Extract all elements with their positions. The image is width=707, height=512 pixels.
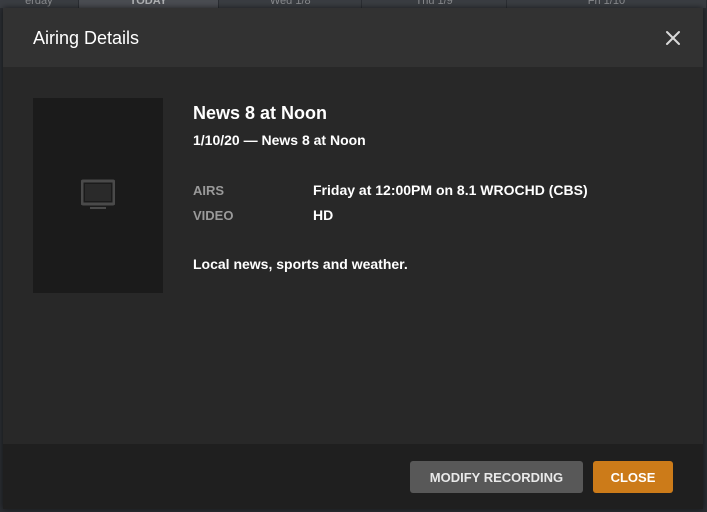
airs-value: Friday at 12:00PM on 8.1 WROCHD (CBS) — [313, 182, 588, 198]
day-tab-yesterday[interactable]: erday — [0, 0, 79, 8]
day-tab-wed[interactable]: Wed 1/8 — [219, 0, 363, 8]
program-title: News 8 at Noon — [193, 103, 328, 123]
day-tab-today[interactable]: TODAY — [78, 0, 220, 8]
program-subtitle: 1/10/20 — News 8 at Noon — [193, 132, 366, 148]
background-day-tabs: erday TODAY Wed 1/8 Thu 1/9 Fri 1/10 — [0, 0, 707, 8]
modify-recording-button[interactable]: MODIFY RECORDING — [410, 461, 583, 493]
program-poster — [33, 98, 163, 293]
modal-footer: MODIFY RECORDING CLOSE — [3, 444, 703, 509]
airs-label: AIRS — [193, 183, 225, 198]
day-tab-thu[interactable]: Thu 1/9 — [362, 0, 507, 8]
airing-details-modal: Airing Details News 8 at Noon 1/10/20 — … — [3, 8, 703, 509]
tv-icon — [81, 179, 115, 209]
close-icon[interactable] — [661, 26, 685, 50]
modal-header: Airing Details — [3, 8, 703, 67]
program-description: Local news, sports and weather. — [193, 256, 408, 272]
video-label: VIDEO — [193, 208, 234, 223]
close-button[interactable]: CLOSE — [593, 461, 673, 493]
day-tab-fri[interactable]: Fri 1/10 — [506, 0, 707, 8]
modal-title: Airing Details — [33, 28, 140, 48]
video-value: HD — [313, 207, 334, 223]
